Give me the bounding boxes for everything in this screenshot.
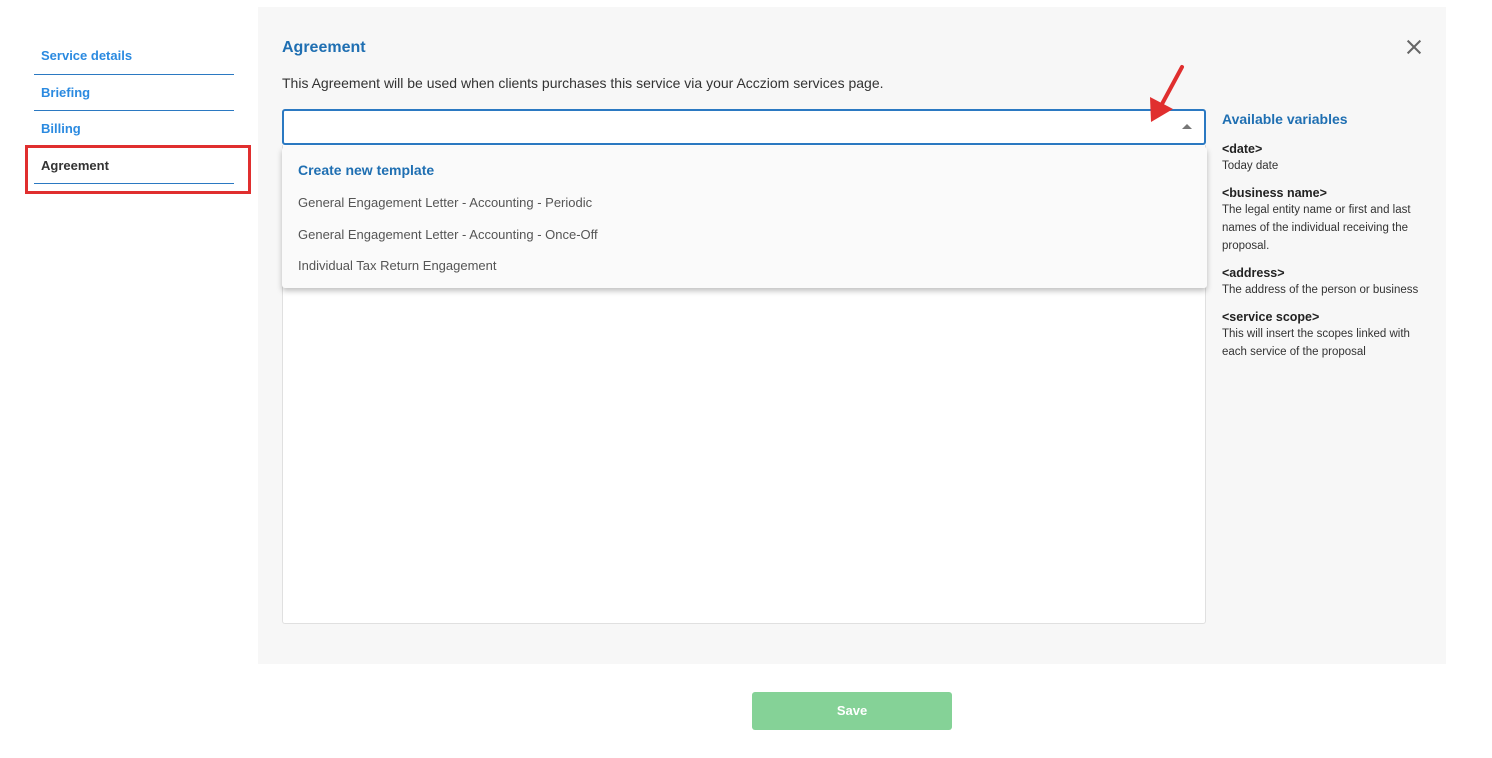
- sidebar-item-service-details[interactable]: Service details: [34, 38, 234, 75]
- template-option[interactable]: Individual Tax Return Engagement: [298, 258, 497, 273]
- template-select[interactable]: [282, 109, 1206, 145]
- create-template-option[interactable]: Create new template: [298, 162, 434, 178]
- template-dropdown: Create new template General Engagement L…: [282, 147, 1207, 288]
- agreement-panel: Agreement This Agreement will be used wh…: [258, 7, 1446, 664]
- variable-name: <service scope>: [1222, 310, 1320, 324]
- variables-title: Available variables: [1222, 111, 1348, 127]
- available-variables: Available variables <date> Today date <b…: [1222, 111, 1432, 372]
- variable-name: <business name>: [1222, 186, 1327, 200]
- template-option[interactable]: General Engagement Letter - Accounting -…: [298, 195, 592, 210]
- close-icon[interactable]: [1404, 37, 1424, 57]
- variable-description: The legal entity name or first and last …: [1222, 204, 1411, 252]
- panel-description: This Agreement will be used when clients…: [282, 75, 884, 91]
- template-option[interactable]: General Engagement Letter - Accounting -…: [298, 227, 598, 242]
- variable-description: Today date: [1222, 160, 1279, 172]
- page-root: Service details Briefing Billing Agreeme…: [0, 0, 1492, 758]
- variable-name: <address>: [1222, 266, 1285, 280]
- save-button[interactable]: Save: [752, 692, 952, 730]
- red-arrow-icon: [1150, 65, 1184, 122]
- sidebar-item-briefing[interactable]: Briefing: [34, 75, 234, 111]
- sidebar-item-billing[interactable]: Billing: [34, 111, 234, 148]
- annotation-highlight-box: [25, 145, 251, 194]
- variable-description: This will insert the scopes linked with …: [1222, 328, 1410, 358]
- variable-description: The address of the person or business: [1222, 284, 1419, 296]
- variable-name: <date>: [1222, 142, 1263, 156]
- panel-title: Agreement: [282, 39, 366, 56]
